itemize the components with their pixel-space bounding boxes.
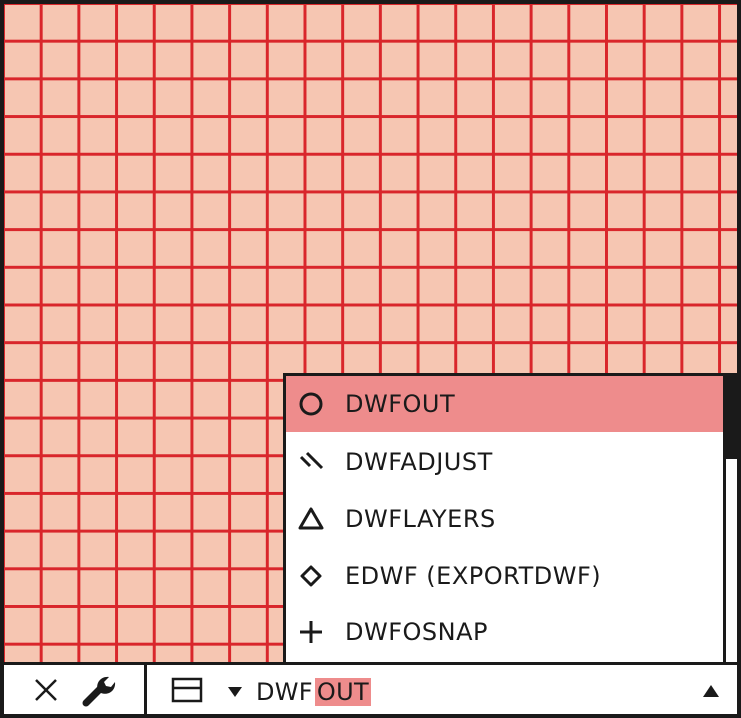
autocomplete-dropdown: DWFOUT DWFADJUST DWFLAYERS EDWF (EXPORTD… xyxy=(283,373,723,665)
diamond-icon xyxy=(297,562,325,590)
close-button[interactable] xyxy=(30,676,62,708)
customize-button[interactable] xyxy=(80,673,120,711)
close-icon xyxy=(33,677,59,707)
command-typed-text: DWF xyxy=(256,678,313,706)
triangle-icon xyxy=(297,505,325,533)
scrollbar-thumb[interactable] xyxy=(726,373,737,459)
autocomplete-item-label: EDWF (EXPORTDWF) xyxy=(345,562,602,590)
triangle-down-icon xyxy=(227,683,243,702)
autocomplete-item-edwf[interactable]: EDWF (EXPORTDWF) xyxy=(286,548,723,604)
command-autocomplete-suffix: OUT xyxy=(314,678,371,706)
recent-commands-button[interactable] xyxy=(164,677,210,707)
command-line: DWF OUT xyxy=(4,662,737,714)
wrench-icon xyxy=(82,673,118,711)
command-line-divider xyxy=(144,665,147,714)
command-history-button[interactable] xyxy=(698,679,724,705)
autocomplete-item-dwflayers[interactable]: DWFLAYERS xyxy=(286,491,723,547)
command-dropdown-button[interactable] xyxy=(222,679,248,705)
recent-commands-icon xyxy=(171,677,203,707)
autocomplete-scrollbar[interactable] xyxy=(723,373,737,665)
autocomplete-item-label: DWFOUT xyxy=(345,390,456,418)
circle-icon xyxy=(297,390,325,418)
autocomplete-item-dwfosnap[interactable]: DWFOSNAP xyxy=(286,604,723,660)
autocomplete-item-dwfadjust[interactable]: DWFADJUST xyxy=(286,434,723,490)
plus-icon xyxy=(297,618,325,646)
autocomplete-item-dwfout[interactable]: DWFOUT xyxy=(286,376,723,432)
diagonal-lines-icon xyxy=(297,448,325,476)
autocomplete-item-label: DWFOSNAP xyxy=(345,618,488,646)
app-frame: DWFOUT DWFADJUST DWFLAYERS EDWF (EXPORTD… xyxy=(0,0,741,718)
command-input[interactable]: DWF OUT xyxy=(256,675,371,709)
autocomplete-item-label: DWFLAYERS xyxy=(345,505,496,533)
autocomplete-item-label: DWFADJUST xyxy=(345,448,493,476)
triangle-up-icon xyxy=(702,683,720,702)
